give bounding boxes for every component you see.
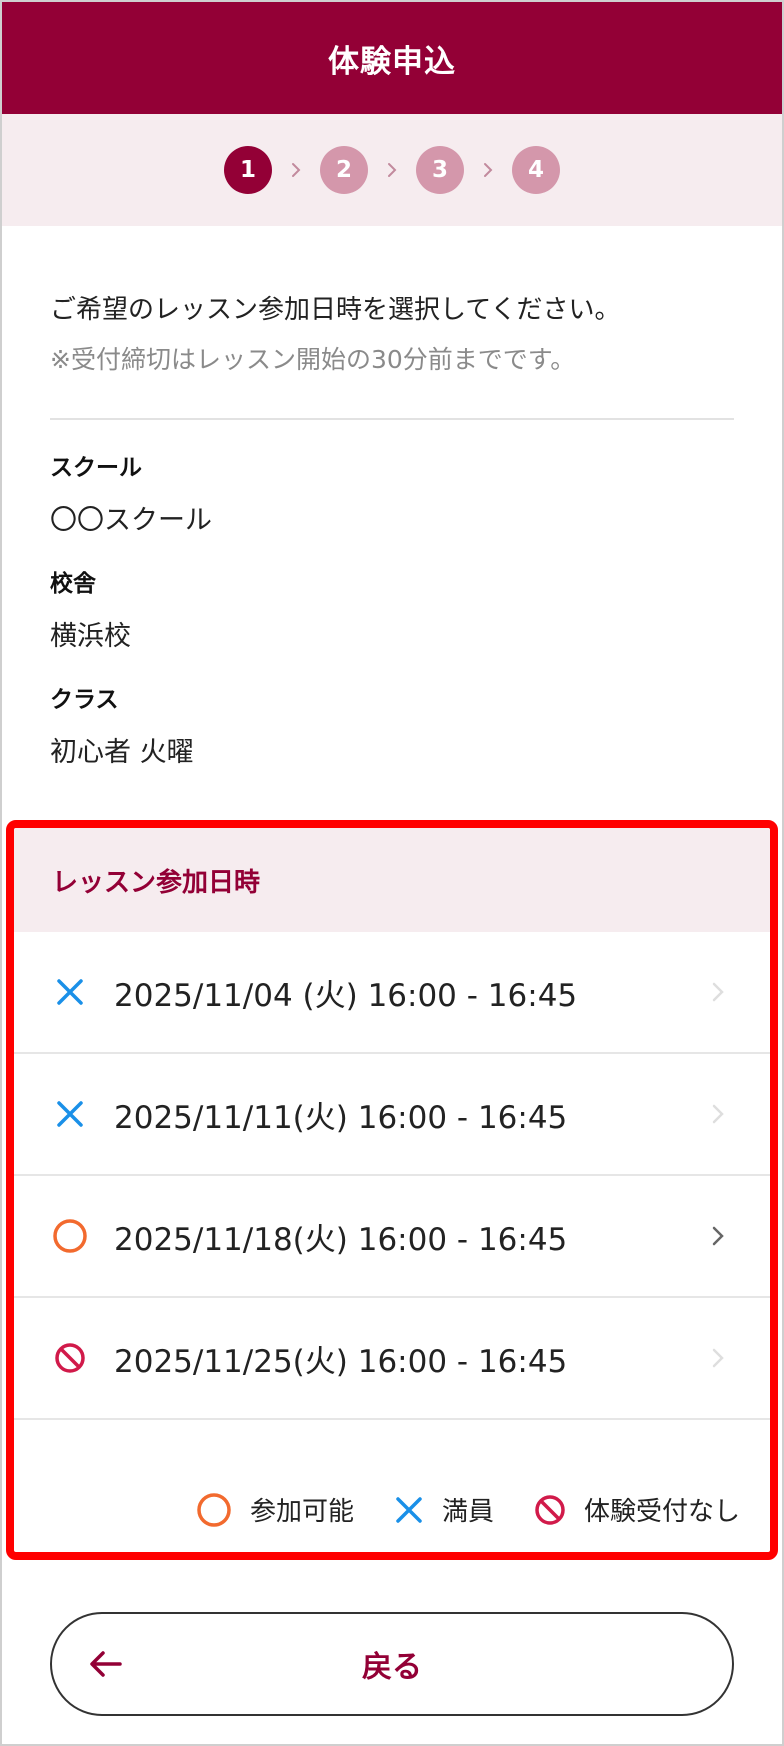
- chevron-right-icon: [706, 1224, 730, 1248]
- class-value: 初心者 火曜: [50, 737, 194, 768]
- progress-stepper: 1 2 3 4: [2, 114, 782, 226]
- lesson-slot-datetime: 2025/11/25(火) 16:00 - 16:45: [114, 1343, 568, 1380]
- cross-icon: [50, 972, 90, 1012]
- step-4-number: 4: [527, 157, 544, 183]
- arrow-left-icon: [88, 1646, 124, 1686]
- lesson-slot-2[interactable]: 2025/11/11(火) 16:00 - 16:45: [14, 1054, 770, 1176]
- legend-available-label: 参加可能: [249, 1497, 354, 1527]
- divider: [50, 418, 734, 420]
- chevron-right-icon: [706, 980, 730, 1004]
- legend-unavailable-label: 体験受付なし: [583, 1497, 740, 1527]
- page-title: 体験申込: [328, 43, 456, 80]
- campus-value: 横浜校: [50, 621, 131, 652]
- circle-icon: [50, 1216, 90, 1256]
- lesson-slot-datetime: 2025/11/18(火) 16:00 - 16:45: [114, 1221, 568, 1258]
- class-label: クラス: [50, 687, 119, 713]
- class-field: クラス 初心者 火曜: [50, 680, 194, 769]
- lesson-slot-3[interactable]: 2025/11/18(火) 16:00 - 16:45: [14, 1176, 770, 1298]
- legend-full: 満員: [394, 1491, 494, 1528]
- back-button[interactable]: 戻る: [50, 1612, 734, 1716]
- campus-field: 校舎 横浜校: [50, 564, 131, 653]
- lesson-slot-datetime: 2025/11/04 (火) 16:00 - 16:45: [114, 977, 578, 1014]
- school-label: スクール: [50, 455, 142, 481]
- prohibited-icon: [50, 1338, 90, 1378]
- step-4: 4: [512, 146, 560, 194]
- cross-icon: [50, 1094, 90, 1134]
- chevron-right-icon: [464, 146, 512, 194]
- chevron-right-icon: [706, 1102, 730, 1126]
- instruction-text: ご希望のレッスン参加日時を選択してください。: [50, 295, 621, 325]
- step-3-number: 3: [431, 157, 448, 183]
- step-1: 1: [224, 146, 272, 194]
- status-legend: 参加可能 満員 体験受付なし: [156, 1491, 740, 1528]
- step-1-number: 1: [239, 157, 256, 183]
- step-3: 3: [416, 146, 464, 194]
- chevron-right-icon: [272, 146, 320, 194]
- lesson-slot-datetime: 2025/11/11(火) 16:00 - 16:45: [114, 1099, 568, 1136]
- school-field: スクール 〇〇スクール: [50, 448, 212, 537]
- lesson-slot-1[interactable]: 2025/11/04 (火) 16:00 - 16:45: [14, 932, 770, 1054]
- deadline-note: ※受付締切はレッスン開始の30分前までです。: [50, 345, 576, 374]
- prohibited-icon: [535, 1494, 565, 1525]
- chevron-right-icon: [706, 1346, 730, 1370]
- school-value: 〇〇スクール: [50, 505, 212, 536]
- step-2-number: 2: [335, 157, 352, 183]
- chevron-right-icon: [368, 146, 416, 194]
- page-header: 体験申込: [2, 2, 782, 114]
- step-2: 2: [320, 146, 368, 194]
- lesson-slot-4[interactable]: 2025/11/25(火) 16:00 - 16:45: [14, 1298, 770, 1420]
- intro-text: ご希望のレッスン参加日時を選択してください。 ※受付締切はレッスン開始の30分前…: [50, 290, 734, 378]
- legend-unavailable: 体験受付なし: [534, 1491, 740, 1528]
- cross-icon: [396, 1496, 422, 1523]
- back-button-label: 戻る: [362, 1650, 422, 1685]
- lesson-panel-header: レッスン参加日時: [14, 828, 770, 932]
- circle-icon: [197, 1492, 231, 1527]
- legend-available: 参加可能: [196, 1491, 354, 1528]
- legend-full-label: 満員: [441, 1497, 494, 1527]
- lesson-datetime-panel: レッスン参加日時 2025/11/04 (火) 16:00 - 16:45 20…: [6, 820, 778, 1560]
- lesson-panel-title: レッスン参加日時: [52, 867, 261, 898]
- campus-label: 校舎: [50, 571, 96, 597]
